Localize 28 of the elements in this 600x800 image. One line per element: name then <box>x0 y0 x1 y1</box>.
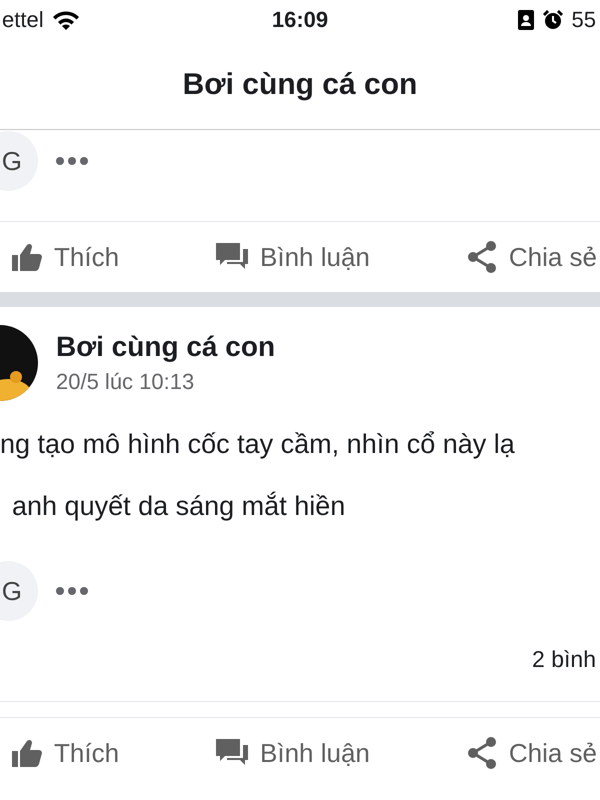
comment-button[interactable]: Bình luận <box>216 242 370 272</box>
comment-button[interactable]: Bình luận <box>216 738 370 768</box>
carrier-name: ettel <box>2 7 44 33</box>
wifi-icon <box>52 10 80 30</box>
post-time[interactable]: 20/5 lúc 10:13 <box>56 366 276 398</box>
page-title: Bơi cùng cá con <box>182 68 418 102</box>
share-button[interactable]: Chia sẻ <box>466 241 597 273</box>
comment-count[interactable]: 2 bình <box>532 646 596 672</box>
post-text-line: anh quyết da sáng mắt hiền <box>11 490 346 523</box>
author-name[interactable]: Bơi cùng cá con <box>56 328 276 366</box>
thumbs-up-icon <box>12 243 42 271</box>
user-avatar: G <box>0 561 38 621</box>
more-icon[interactable] <box>56 157 88 165</box>
user-avatar: G <box>0 131 38 191</box>
post-text-line: ng tạo mô hình cốc tay cầm, nhìn cổ này lạ <box>0 428 516 461</box>
battery-percent: 55 <box>572 7 596 33</box>
share-button[interactable]: Chia sẻ <box>466 737 597 769</box>
contact-card-icon <box>518 10 534 30</box>
comment-icon <box>216 739 248 767</box>
more-icon[interactable] <box>56 587 88 595</box>
comment-icon <box>216 243 248 271</box>
share-icon <box>466 737 497 769</box>
like-button[interactable]: Thích <box>12 242 120 272</box>
alarm-clock-icon <box>542 9 564 31</box>
thumbs-up-icon <box>12 739 42 767</box>
clock-time: 16:09 <box>272 7 328 33</box>
like-button[interactable]: Thích <box>12 738 120 768</box>
share-icon <box>466 241 497 273</box>
